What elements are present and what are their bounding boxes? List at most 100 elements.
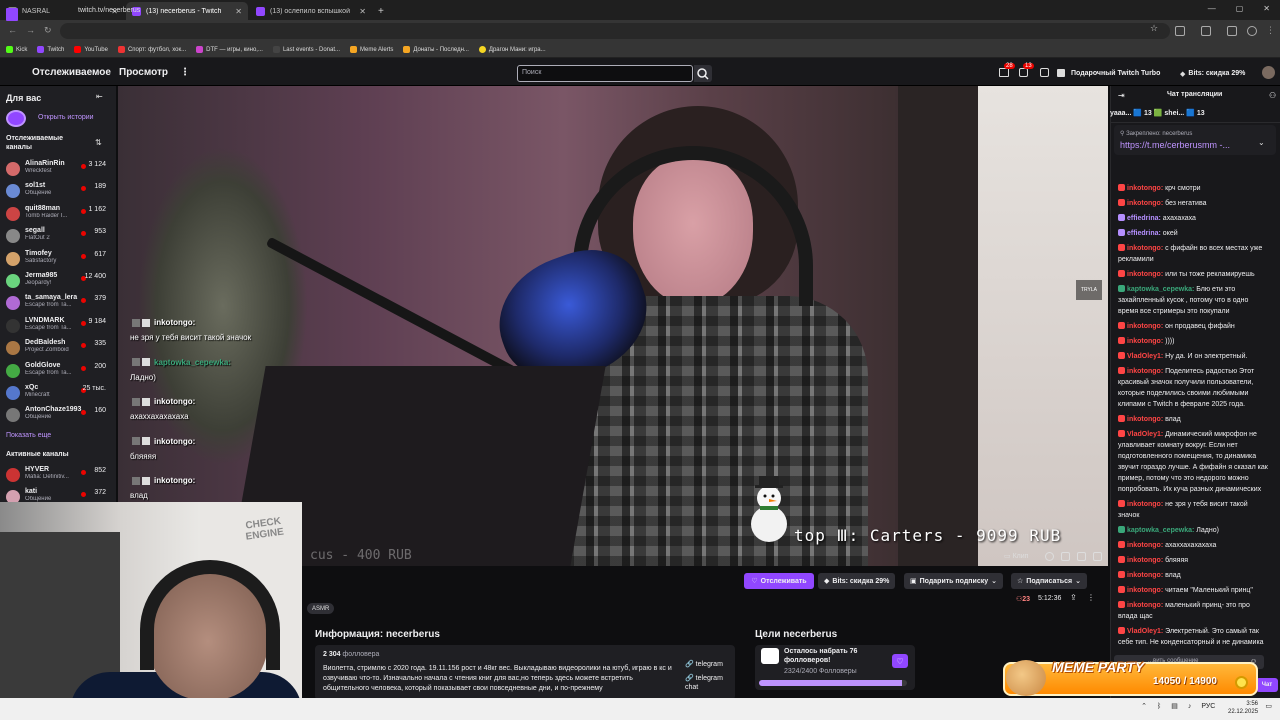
chat-username[interactable]: inkotongo:: [1127, 245, 1163, 252]
taskbar-clock[interactable]: 3:56 22.12.2025: [1228, 700, 1258, 716]
notifications-icon[interactable]: ▭: [1265, 702, 1272, 710]
prime-icon[interactable]: [999, 68, 1009, 77]
telegram-link[interactable]: 🔗 telegram: [685, 660, 723, 668]
bluetooth-icon[interactable]: ᛒ: [1157, 703, 1161, 710]
close-window-icon[interactable]: ✕: [1263, 4, 1270, 13]
new-tab-button[interactable]: +: [378, 6, 384, 17]
popout-icon[interactable]: [1061, 552, 1070, 561]
chat-username[interactable]: inkotongo:: [1127, 271, 1163, 278]
chat-username[interactable]: inkotongo:: [1127, 368, 1163, 375]
bits-button[interactable]: ◆ Bits: скидка 29%: [818, 573, 896, 589]
clip-button[interactable]: ▭ Клип: [1004, 552, 1028, 560]
chat-username[interactable]: inkotongo:: [1127, 542, 1163, 549]
theatre-mode-icon[interactable]: [1077, 552, 1086, 561]
nav-browse[interactable]: Просмотр: [119, 67, 168, 78]
more-icon[interactable]: ⋮: [180, 67, 190, 78]
chat-username[interactable]: inkotongo:: [1127, 338, 1163, 345]
sidebar-channel[interactable]: GoldGlove Escape from Ta... 200: [0, 361, 116, 383]
close-icon[interactable]: ✕: [359, 7, 366, 16]
minimize-icon[interactable]: —: [1208, 4, 1216, 13]
sidebar-channel[interactable]: Jerma985 Jeopardy! 12 400: [0, 271, 116, 293]
chat-username[interactable]: inkotongo:: [1127, 572, 1163, 579]
reload-icon[interactable]: ↻: [44, 25, 52, 36]
inbox-icon[interactable]: [1019, 68, 1028, 77]
profile-icon[interactable]: [1247, 26, 1257, 36]
hype-leaderboard[interactable]: yaaa... 🟦 13 🟩 shei... 🟦 13: [1110, 105, 1280, 123]
sidepanel-icon[interactable]: [1201, 26, 1211, 36]
chat-username[interactable]: VladOley1:: [1127, 431, 1163, 438]
downloads-icon[interactable]: [1227, 26, 1237, 36]
tag-asmr[interactable]: ASMR: [307, 603, 335, 614]
sidebar-channel[interactable]: AlinaRinRin Wreckfest 3 124: [0, 159, 116, 181]
user-avatar[interactable]: [1262, 66, 1275, 79]
chat-username[interactable]: inkotongo:: [1127, 200, 1163, 207]
sidebar-channel[interactable]: LVNDMARK Escape from Ta... 9 184: [0, 316, 116, 338]
show-more-link[interactable]: Показать еще: [6, 432, 51, 439]
chat-username[interactable]: inkotongo:: [1127, 602, 1163, 609]
fullscreen-icon[interactable]: [1093, 552, 1102, 561]
bookmark-meme-alerts[interactable]: Meme Alerts: [350, 46, 393, 53]
volume-icon[interactable]: ♪: [1188, 703, 1192, 710]
browser-tab-active[interactable]: (13) necerberus - Twitch ✕: [126, 2, 248, 20]
network-icon[interactable]: ▤: [1171, 702, 1178, 710]
stories-avatar[interactable]: [6, 110, 26, 127]
chat-username[interactable]: VladOley1:: [1127, 628, 1163, 635]
chat-username[interactable]: inkotongo:: [1127, 323, 1163, 330]
bits-discount-button[interactable]: ◆ Bits: скидка 29%: [1176, 66, 1249, 81]
video-player[interactable]: [118, 86, 1108, 566]
bookmark-donations[interactable]: Донаты - Последн...: [403, 46, 469, 53]
chevron-down-icon[interactable]: ⌄: [1258, 138, 1265, 147]
language-indicator[interactable]: РУС: [1201, 703, 1215, 710]
chat-username[interactable]: inkotongo:: [1127, 185, 1163, 192]
chat-send-button[interactable]: Чат: [1256, 678, 1278, 692]
chat-users-icon[interactable]: ⚇: [1269, 91, 1276, 100]
whispers-icon[interactable]: [1040, 68, 1049, 77]
forward-icon[interactable]: →: [26, 25, 35, 35]
goal-follow-button[interactable]: ♡: [892, 654, 908, 668]
sidebar-channel[interactable]: xQc Minecraft 25 тыс.: [0, 383, 116, 405]
gift-turbo-button[interactable]: Подарочный Twitch Turbo: [1057, 66, 1164, 81]
sidebar-channel[interactable]: ta_samaya_lera Escape from Ta... 379: [0, 293, 116, 315]
follow-button[interactable]: ♡ Отслеживать: [744, 573, 814, 589]
bookmark-kick[interactable]: Kick: [6, 46, 27, 53]
bookmark-twitch[interactable]: Twitch: [37, 46, 64, 53]
gift-sub-button[interactable]: ▣ Подарить подписку ⌄: [904, 573, 1003, 589]
maximize-icon[interactable]: ▢: [1236, 4, 1244, 13]
bookmark-sport[interactable]: Спорт: футбол, хок...: [117, 46, 186, 53]
collapse-sidebar-icon[interactable]: ⇤: [96, 92, 103, 101]
search-input[interactable]: [517, 65, 693, 82]
chat-username[interactable]: inkotongo:: [1127, 416, 1163, 423]
chat-username[interactable]: inkotongo:: [1127, 557, 1163, 564]
pinned-link[interactable]: https://t.me/cerberusmm -...: [1120, 140, 1230, 150]
chat-username[interactable]: inkotongo:: [1127, 587, 1163, 594]
sidebar-channel[interactable]: quit88man Tomb Raider I... 1 162: [0, 204, 116, 226]
tray-arrow-icon[interactable]: ⌃: [1141, 702, 1147, 710]
subscribe-button[interactable]: ☆ Подписаться ⌄: [1011, 573, 1087, 589]
collapse-chat-icon[interactable]: ⇥: [1118, 91, 1125, 100]
share-icon[interactable]: ⇪: [1070, 593, 1077, 602]
bookmark-star-icon[interactable]: ☆: [1150, 23, 1160, 33]
bookmark-dragon-money[interactable]: Драгон Мани: игра...: [478, 46, 546, 53]
nav-following[interactable]: Отслеживаемое: [32, 67, 111, 78]
bookmark-youtube[interactable]: YouTube: [74, 46, 108, 53]
chat-username[interactable]: inkotongo:: [1127, 501, 1163, 508]
back-icon[interactable]: ←: [8, 25, 17, 35]
telegram-chat-link[interactable]: 🔗 telegram chat: [685, 674, 725, 692]
url-bar[interactable]: [60, 23, 1170, 39]
bookmark-last-events[interactable]: Last events - Donat...: [272, 46, 340, 53]
bookmark-dtf[interactable]: DTF — игры, кино,...: [196, 46, 263, 53]
sidebar-channel[interactable]: AntonChaze1993 Общение 160: [0, 405, 116, 427]
settings-gear-icon[interactable]: [1045, 552, 1054, 561]
chat-username[interactable]: kaptowka_cepewka:: [1127, 527, 1194, 534]
open-stories-link[interactable]: Открыть истории: [38, 114, 94, 121]
sidebar-channel[interactable]: sol1st Общение 189: [0, 181, 116, 203]
chat-username[interactable]: effiedrina:: [1127, 215, 1161, 222]
browser-menu-icon[interactable]: ⋮: [1266, 25, 1275, 36]
chat-username[interactable]: effiedrina:: [1127, 230, 1161, 237]
sidebar-channel[interactable]: Timofey Satisfactory 617: [0, 249, 116, 271]
browser-tab[interactable]: (13) ослепило вспышкой ✕: [250, 2, 372, 20]
chat-username[interactable]: kaptowka_cepewka:: [1127, 286, 1194, 293]
search-button[interactable]: [694, 65, 712, 82]
chat-username[interactable]: VladOley1:: [1127, 353, 1163, 360]
sidebar-channel[interactable]: HYVER Mafia: Definitiv... 852: [0, 465, 116, 487]
